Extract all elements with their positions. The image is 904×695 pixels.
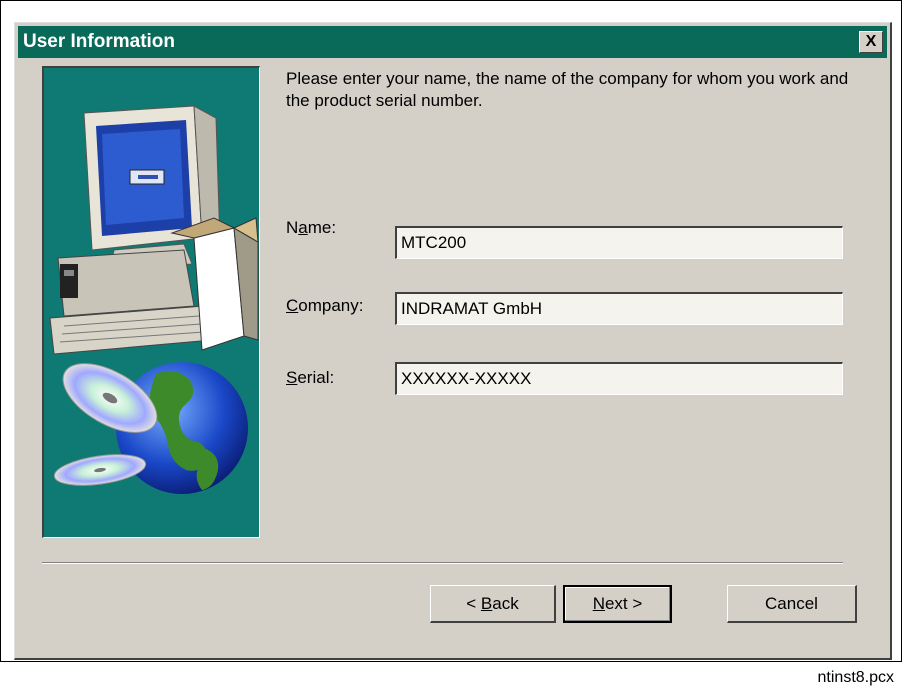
dialog-title: User Information — [23, 31, 176, 52]
serial-label-post: erial: — [297, 368, 335, 387]
name-label-post: me: — [307, 218, 337, 237]
next-button[interactable]: Next > — [563, 585, 672, 623]
cancel-button-label: Cancel — [765, 593, 818, 613]
company-input[interactable] — [395, 292, 843, 325]
serial-input[interactable] — [395, 362, 843, 395]
title-bar[interactable]: User Information X — [18, 26, 887, 58]
close-button[interactable]: X — [859, 31, 883, 53]
company-label: Company: — [286, 296, 363, 316]
back-button-label: ack — [492, 593, 519, 613]
serial-label-accelerator: S — [286, 368, 298, 387]
close-icon: X — [865, 33, 877, 50]
cancel-button[interactable]: Cancel — [727, 585, 857, 623]
setup-illustration — [42, 66, 260, 538]
name-label-accelerator: a — [298, 218, 308, 237]
company-label-post: ompany: — [298, 296, 364, 315]
company-label-accelerator: C — [286, 296, 299, 315]
name-input[interactable] — [395, 226, 843, 259]
figure-caption: ntinst8.pcx — [817, 669, 894, 686]
serial-label: Serial: — [286, 368, 334, 388]
name-label: Name: — [286, 218, 336, 238]
computer-case-icon — [49, 249, 213, 355]
next-button-label: ext > — [604, 594, 643, 613]
next-button-accelerator: N — [592, 594, 605, 613]
back-button-arrow: < — [466, 593, 481, 613]
instructions-text: Please enter your name, the name of the … — [286, 69, 849, 110]
button-separator — [42, 562, 843, 564]
back-button[interactable]: < Back — [430, 585, 556, 623]
name-label-pre: N — [286, 218, 299, 237]
back-button-accelerator: B — [480, 593, 493, 613]
